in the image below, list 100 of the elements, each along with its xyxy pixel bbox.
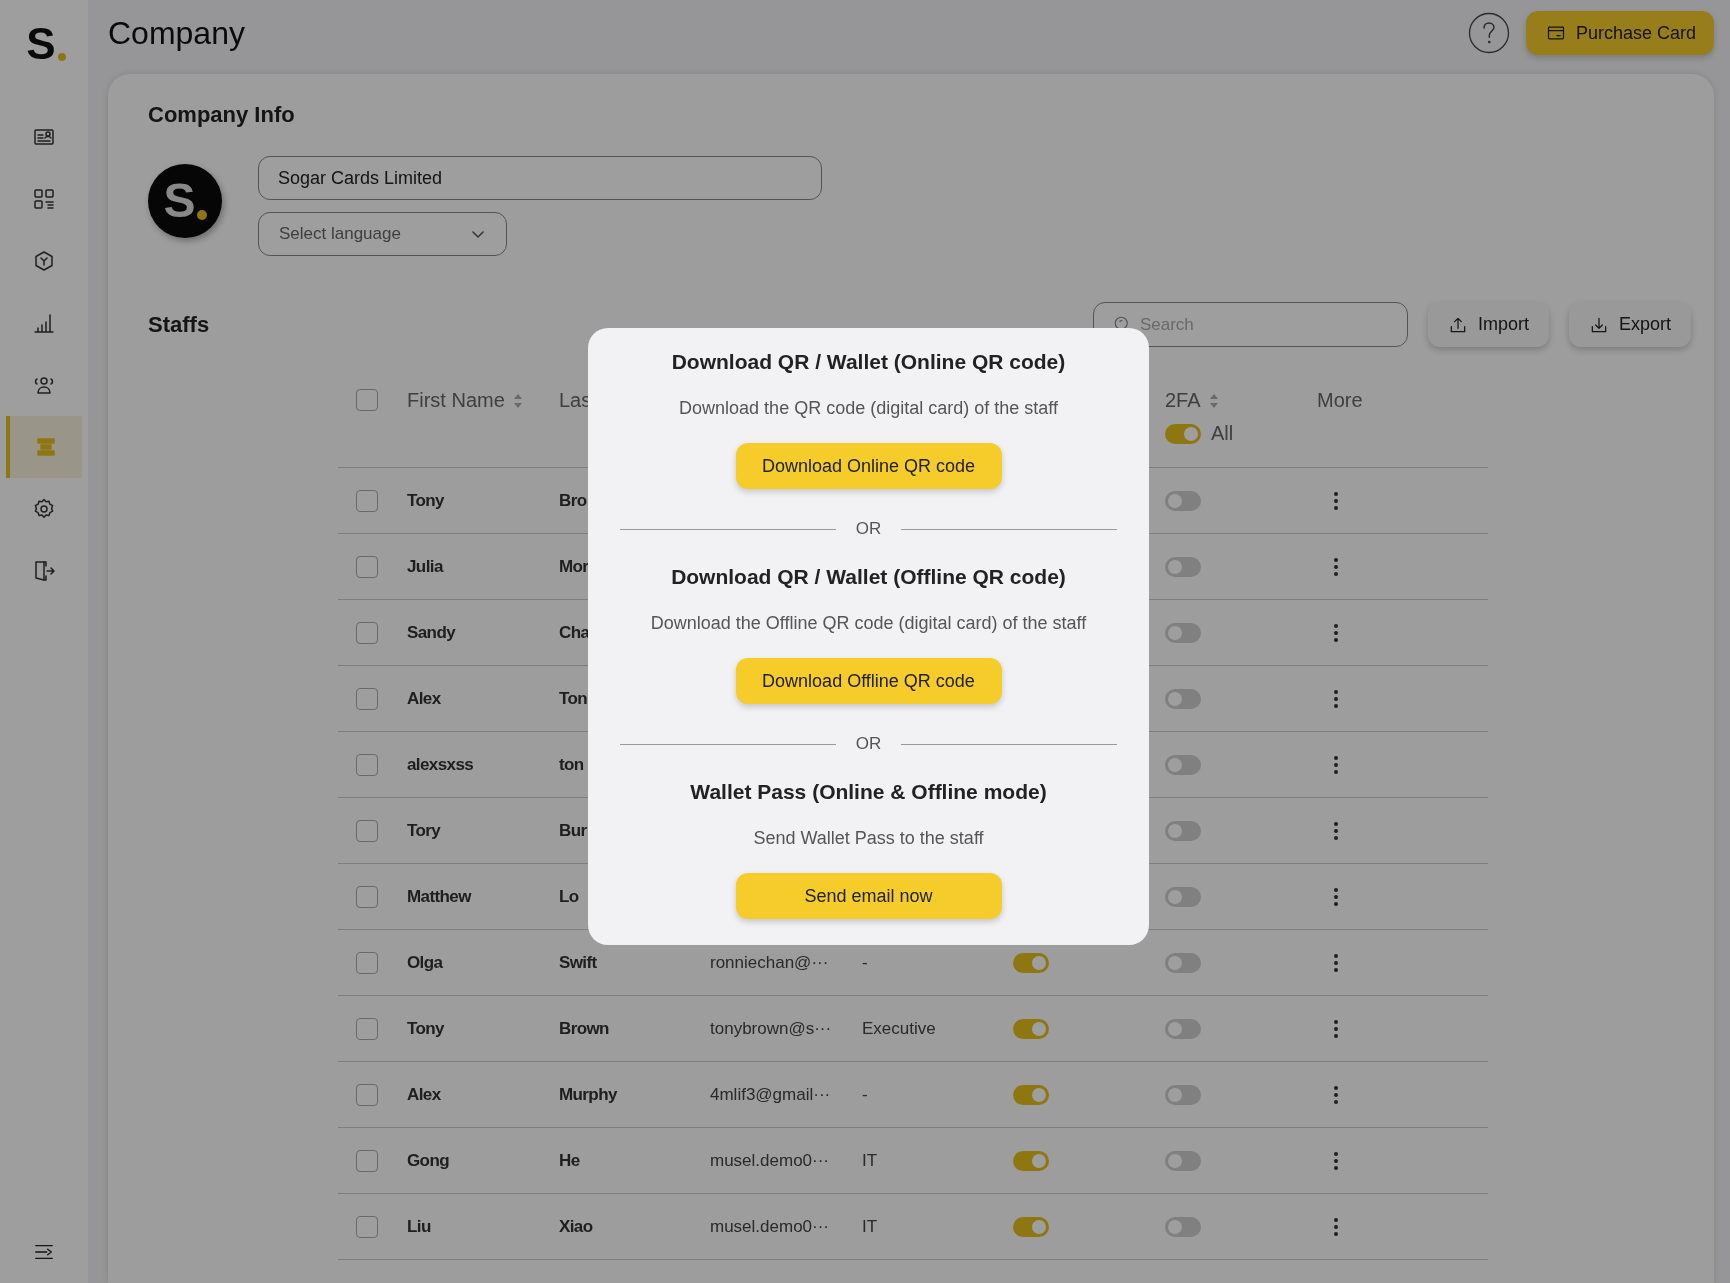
table-cell: Ton (559, 688, 588, 709)
toggle-knob (1168, 1021, 1182, 1036)
cube-icon (32, 249, 56, 273)
table-cell: Julia (407, 556, 443, 577)
toggle-switch[interactable] (1165, 1018, 1201, 1039)
toggle-switch[interactable] (1165, 490, 1201, 511)
table-cell: IT (862, 1216, 878, 1237)
more-options-icon[interactable] (1333, 1084, 1339, 1105)
toggle-switch[interactable] (1165, 1150, 1201, 1171)
import-button[interactable]: Import (1427, 302, 1549, 347)
more-options-icon[interactable] (1333, 1018, 1339, 1039)
toggle-switch[interactable] (1165, 423, 1201, 444)
table-cell: Olga (407, 952, 443, 973)
export-button[interactable]: Export (1568, 302, 1691, 347)
grid-icon (32, 187, 56, 211)
row-checkbox[interactable] (356, 885, 378, 908)
table-cell: - (862, 1084, 868, 1105)
row-checkbox[interactable] (356, 819, 378, 842)
table-cell: Alex (407, 688, 441, 709)
purchase-card-button[interactable]: Purchase Card (1525, 11, 1714, 55)
more-options-icon[interactable] (1333, 754, 1339, 775)
toggle-switch[interactable] (1165, 622, 1201, 643)
table-cell: Matthew (407, 886, 471, 907)
row-checkbox[interactable] (356, 1017, 378, 1040)
table-cell: musel.demo0··· (710, 1150, 830, 1171)
table-cell: Brown (559, 1018, 609, 1039)
more-options-icon[interactable] (1333, 556, 1339, 577)
toggle-knob (1032, 1087, 1046, 1102)
toggle-knob (1032, 1153, 1046, 1168)
toggle-switch[interactable] (1013, 1018, 1049, 1039)
toggle-switch[interactable] (1165, 886, 1201, 907)
table-cell: Liu (407, 1216, 431, 1237)
help-icon (1467, 12, 1510, 54)
toggle-switch[interactable] (1165, 688, 1201, 709)
layers-icon (34, 435, 58, 459)
toggle-label: All (1211, 422, 1234, 445)
more-options-icon[interactable] (1333, 490, 1339, 511)
table-cell: musel.demo0··· (710, 1216, 830, 1237)
toggle-switch[interactable] (1165, 952, 1201, 973)
toggle-switch[interactable] (1165, 820, 1201, 841)
toggle-switch[interactable] (1165, 1084, 1201, 1105)
table-cell: He (559, 1150, 580, 1171)
row-checkbox[interactable] (356, 489, 378, 512)
more-options-icon[interactable] (1333, 820, 1339, 841)
row-checkbox[interactable] (356, 687, 378, 710)
table-cell: Murphy (559, 1084, 617, 1105)
toggle-knob (1168, 625, 1182, 640)
table-cell: IT (862, 1150, 878, 1171)
table-cell: Xiao (559, 1216, 593, 1237)
toggle-knob (1168, 757, 1182, 772)
row-checkbox[interactable] (356, 1215, 378, 1238)
language-select[interactable]: Select language (258, 212, 507, 256)
row-checkbox[interactable] (356, 1149, 378, 1172)
more-options-icon[interactable] (1333, 952, 1339, 973)
row-checkbox[interactable] (356, 753, 378, 776)
more-options-icon[interactable] (1333, 688, 1339, 709)
row-checkbox[interactable] (356, 951, 378, 974)
table-cell: Tony (407, 490, 444, 511)
toggle-knob (1168, 1219, 1182, 1234)
table-cell: Sandy (407, 622, 456, 643)
dialog-button[interactable]: Download Online QR code (735, 443, 1002, 489)
divider-label: OR (855, 519, 882, 539)
more-options-icon[interactable] (1333, 886, 1339, 907)
dialog-heading: Wallet Pass (Online & Offline mode) (690, 780, 1047, 804)
toggle-switch[interactable] (1013, 1216, 1049, 1237)
table-cell: Bur (559, 820, 587, 841)
toggle-knob (1168, 559, 1182, 574)
bar-chart-icon (32, 311, 56, 335)
settings-icon (32, 497, 56, 521)
table-cell: Bro (559, 490, 587, 511)
row-checkbox[interactable] (356, 621, 378, 644)
dialog-heading: Download QR / Wallet (Offline QR code) (671, 565, 1066, 589)
company-name-field[interactable]: Sogar Cards Limited (258, 156, 822, 200)
dialog-button[interactable]: Download Offline QR code (735, 658, 1002, 704)
row-checkbox[interactable] (356, 555, 378, 578)
column-header: First Name (407, 389, 505, 412)
toggle-knob (1168, 1087, 1182, 1102)
toggle-switch[interactable] (1013, 1150, 1049, 1171)
more-options-icon[interactable] (1333, 1150, 1339, 1171)
table-cell: Gong (407, 1150, 449, 1171)
toggle-switch[interactable] (1013, 952, 1049, 973)
toggle-switch[interactable] (1165, 754, 1201, 775)
toggle-switch[interactable] (1165, 1216, 1201, 1237)
row-checkbox[interactable] (356, 1083, 378, 1106)
table-cell: Tory (407, 820, 441, 841)
toggle-knob (1184, 426, 1198, 441)
table-cell: Executive (862, 1018, 936, 1039)
toggle-switch[interactable] (1013, 1084, 1049, 1105)
table-cell: tonybrown@s··· (710, 1018, 832, 1039)
section-heading: Staffs (148, 311, 210, 338)
select-all-checkbox[interactable] (356, 389, 378, 411)
table-cell: - (862, 952, 868, 973)
toggle-knob (1168, 889, 1182, 904)
page-title: Company (108, 14, 245, 52)
toggle-switch[interactable] (1165, 556, 1201, 577)
dialog-button[interactable]: Send email now (735, 873, 1002, 919)
table-cell: alexsxss (407, 754, 474, 775)
more-options-icon[interactable] (1333, 1216, 1339, 1237)
brand-logo: S (26, 24, 66, 64)
more-options-icon[interactable] (1333, 622, 1339, 643)
